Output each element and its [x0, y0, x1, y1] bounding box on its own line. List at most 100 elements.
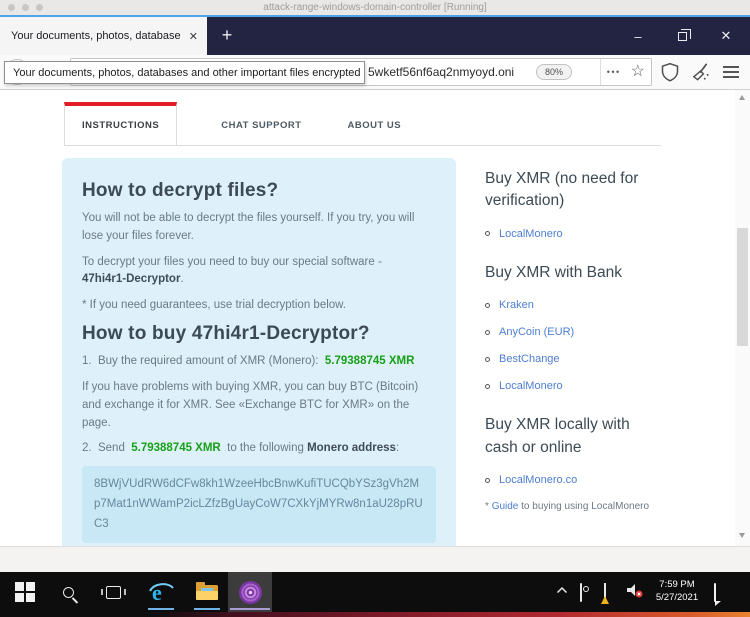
- decrypt-paragraph-1: You will not be able to decrypt the file…: [82, 210, 436, 246]
- bookmark-star-icon[interactable]: ☆: [631, 64, 645, 80]
- sidebar-link-row: LocalMonero.co: [485, 474, 662, 486]
- tab-about-us[interactable]: ABOUT US: [346, 106, 404, 145]
- browser-bottom-strip: [0, 546, 750, 572]
- footnote-text: to buying using LocalMonero: [521, 501, 649, 512]
- circle-bullet-icon: [485, 478, 490, 483]
- circle-bullet-icon: [485, 357, 490, 362]
- virtualbox-tray-icon[interactable]: [580, 584, 582, 602]
- trial-note: * If you need guarantees, use trial decr…: [82, 297, 436, 315]
- page-columns: How to decrypt files? You will not be ab…: [62, 158, 662, 546]
- file-explorer-button[interactable]: [190, 572, 224, 612]
- page-nav-tabs: INSTRUCTIONS CHAT SUPPORT ABOUT US: [64, 103, 661, 146]
- tray-chevron-up-icon[interactable]: [556, 586, 568, 594]
- ie-open-indicator: [148, 608, 174, 610]
- windows-logo-icon: [15, 582, 35, 602]
- scrollbar-thumb[interactable]: [737, 228, 748, 346]
- footnote-star: *: [485, 501, 489, 512]
- decrypt-heading: How to decrypt files?: [82, 180, 436, 202]
- tor-browser-button[interactable]: [228, 572, 272, 612]
- menu-hamburger-icon[interactable]: [723, 66, 739, 78]
- network-warning-icon[interactable]: [604, 584, 606, 602]
- sidebar-section-bank: Buy XMR with Bank Kraken AnyCoin (EUR) B…: [485, 262, 662, 392]
- guide-footnote: * Guide to buying using LocalMonero: [485, 501, 662, 512]
- sidebar-link-row: LocalMonero: [485, 228, 662, 240]
- task-view-icon: [106, 586, 121, 599]
- new-identity-broom-icon[interactable]: [690, 61, 711, 83]
- btc-exchange-paragraph: If you have problems with buying XMR, yo…: [82, 379, 436, 432]
- page-viewport: INSTRUCTIONS CHAT SUPPORT ABOUT US How t…: [0, 90, 750, 546]
- tab-chat-support[interactable]: CHAT SUPPORT: [219, 106, 303, 145]
- file-explorer-icon: [196, 584, 218, 601]
- tor-open-indicator: [230, 608, 270, 610]
- restore-icon: [678, 32, 687, 41]
- traffic-light-minimize[interactable]: [22, 4, 29, 11]
- sidebar-heading-no-verification: Buy XMR (no need for verification): [485, 168, 662, 213]
- traffic-light-close[interactable]: [8, 4, 15, 11]
- buy-xmr-sidebar: Buy XMR (no need for verification) Local…: [485, 158, 662, 546]
- scroll-up-arrow-icon[interactable]: [739, 95, 745, 100]
- internet-explorer-icon: e: [148, 579, 174, 605]
- circle-bullet-icon: [485, 303, 490, 308]
- page-scrollbar[interactable]: [735, 90, 750, 546]
- taskbar-clock[interactable]: 7:59 PM 5/27/2021: [648, 579, 706, 605]
- link-anycoin[interactable]: AnyCoin (EUR): [499, 326, 574, 338]
- internet-explorer-button[interactable]: e: [144, 572, 178, 612]
- browser-toolbar: 5wketf56nf6aq2nmyoyd.oni 80% ••• ☆ Your …: [0, 55, 750, 90]
- zoom-level-badge[interactable]: 80%: [536, 64, 572, 80]
- vm-window-titlebar: attack-range-windows-domain-controller […: [0, 0, 750, 15]
- link-localmonero-1[interactable]: LocalMonero: [499, 228, 563, 240]
- sidebar-link-row: LocalMonero: [485, 380, 662, 392]
- link-localmonero-co[interactable]: LocalMonero.co: [499, 474, 577, 486]
- link-bestchange[interactable]: BestChange: [499, 353, 560, 365]
- browser-tab-bar: Your documents, photos, database ✕ + – ✕: [0, 17, 750, 55]
- sidebar-section-cash: Buy XMR locally with cash or online Loca…: [485, 414, 662, 512]
- clock-time: 7:59 PM: [648, 579, 706, 592]
- step-2: 2. Send 5.79388745 XMR to the following …: [82, 440, 436, 458]
- traffic-light-zoom[interactable]: [36, 4, 43, 11]
- new-tab-button[interactable]: +: [214, 24, 240, 48]
- close-button[interactable]: ✕: [704, 17, 748, 55]
- monero-address-label: Monero address: [307, 442, 396, 454]
- vm-window-title: attack-range-windows-domain-controller […: [263, 2, 486, 13]
- instructions-panel: How to decrypt files? You will not be ab…: [62, 158, 456, 546]
- url-tooltip: Your documents, photos, databases and ot…: [4, 61, 365, 84]
- circle-bullet-icon: [485, 384, 490, 389]
- task-view-button[interactable]: [96, 572, 130, 612]
- link-kraken[interactable]: Kraken: [499, 299, 534, 311]
- restore-button[interactable]: [660, 17, 704, 55]
- action-center-button[interactable]: [714, 584, 716, 602]
- page-actions-icon[interactable]: •••: [607, 67, 621, 77]
- step-2-mid: to the following: [227, 442, 304, 454]
- circle-bullet-icon: [485, 330, 490, 335]
- buy-heading: How to buy 47hi4r1-Decryptor?: [82, 323, 436, 345]
- window-controls: – ✕: [616, 17, 748, 55]
- sidebar-link-row: Kraken: [485, 299, 662, 311]
- clock-date: 5/27/2021: [648, 592, 706, 605]
- search-button[interactable]: [52, 572, 84, 612]
- tab-title: Your documents, photos, database: [11, 30, 183, 42]
- browser-tab[interactable]: Your documents, photos, database ✕: [0, 17, 207, 55]
- step-1-number: 1.: [82, 355, 92, 367]
- link-localmonero-2[interactable]: LocalMonero: [499, 380, 563, 392]
- scroll-down-arrow-icon[interactable]: [739, 533, 745, 538]
- decrypt-p2-text: To decrypt your files you need to buy ou…: [82, 256, 382, 268]
- sidebar-heading-bank: Buy XMR with Bank: [485, 262, 662, 284]
- windows-taskbar: e 7:59 PM 5/27/2021: [0, 572, 750, 612]
- minimize-button[interactable]: –: [616, 17, 660, 55]
- tab-close-icon[interactable]: ✕: [189, 30, 198, 43]
- sidebar-link-row: BestChange: [485, 353, 662, 365]
- tab-instructions[interactable]: INSTRUCTIONS: [64, 102, 177, 145]
- decryptor-name: 47hi4r1-Decryptor: [82, 273, 180, 285]
- url-text[interactable]: 5wketf56nf6aq2nmyoyd.oni: [368, 65, 528, 79]
- xmr-amount-2: 5.79388745 XMR: [131, 442, 221, 454]
- circle-bullet-icon: [485, 231, 490, 236]
- step-1: 1. Buy the required amount of XMR (Moner…: [82, 353, 436, 371]
- step-1-text: Buy the required amount of XMR (Monero):: [98, 355, 319, 367]
- tor-shield-icon[interactable]: [660, 61, 680, 83]
- step-2-number: 2.: [82, 442, 92, 454]
- decrypt-paragraph-2: To decrypt your files you need to buy ou…: [82, 254, 436, 290]
- search-icon: [63, 587, 74, 598]
- start-button[interactable]: [8, 572, 42, 612]
- volume-muted-icon[interactable]: [626, 583, 644, 604]
- link-guide[interactable]: Guide: [492, 501, 519, 512]
